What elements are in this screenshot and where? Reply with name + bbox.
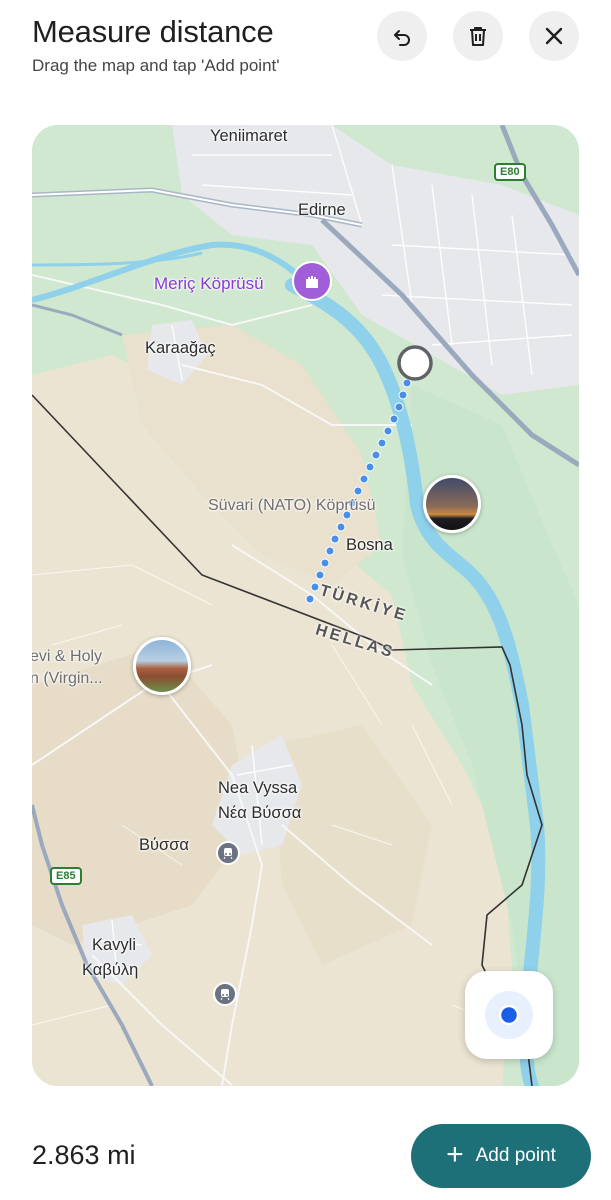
trash-icon: [470, 27, 486, 46]
add-point-button[interactable]: + Add point: [411, 1124, 591, 1188]
poi-marker-meric[interactable]: [292, 261, 332, 301]
page-subtitle: Drag the map and tap 'Add point': [32, 56, 280, 75]
photo-marker-holy[interactable]: [133, 637, 191, 695]
add-point-label: Add point: [475, 1145, 556, 1166]
place-label-nea-vyssa: Nea Vyssa: [218, 779, 298, 797]
train-icon: [223, 848, 233, 859]
my-location-button[interactable]: [465, 971, 553, 1059]
close-icon: [545, 27, 563, 45]
delete-button[interactable]: [453, 11, 503, 61]
train-station-icon[interactable]: [216, 841, 240, 865]
place-label-nea-vyssa-greek: Νέα Βύσσα: [218, 804, 302, 822]
distance-readout: 2.863 mi: [32, 1140, 136, 1170]
map-view[interactable]: E80 E85 Yeniimaret Edirne Meriç Köprüsü …: [32, 125, 579, 1086]
road-shield-e85: E85: [50, 867, 82, 885]
place-label-bosna: Bosna: [346, 536, 393, 554]
place-label-holy-line2: n (Virgin...: [32, 670, 103, 687]
photo-marker-suvari[interactable]: [423, 475, 481, 533]
place-label-edirne: Edirne: [298, 201, 346, 219]
place-label-meric: Meriç Köprüsü: [154, 274, 264, 293]
place-label-kavyli-greek: Καβύλη: [82, 961, 139, 979]
place-label-holy-line1: evi & Holy: [32, 648, 103, 665]
road-shield-e80: E80: [494, 163, 526, 181]
plus-icon: +: [446, 1137, 464, 1171]
close-button[interactable]: [529, 11, 579, 61]
place-label-kavyli: Kavyli: [92, 936, 137, 954]
castle-icon: [306, 276, 318, 288]
my-location-icon: [485, 991, 533, 1039]
place-label-yeniimaret: Yeniimaret: [210, 127, 288, 145]
place-label-vyssa: Βύσσα: [139, 836, 189, 854]
train-station-icon[interactable]: [213, 982, 237, 1006]
undo-button[interactable]: [377, 11, 427, 61]
undo-icon: [394, 30, 410, 46]
train-icon: [220, 989, 230, 1000]
page-title: Measure distance: [32, 14, 274, 49]
place-label-karaagac: Karaağaç: [145, 339, 216, 357]
place-label-suvari: Süvari (NATO) Köprüsü: [208, 497, 376, 514]
